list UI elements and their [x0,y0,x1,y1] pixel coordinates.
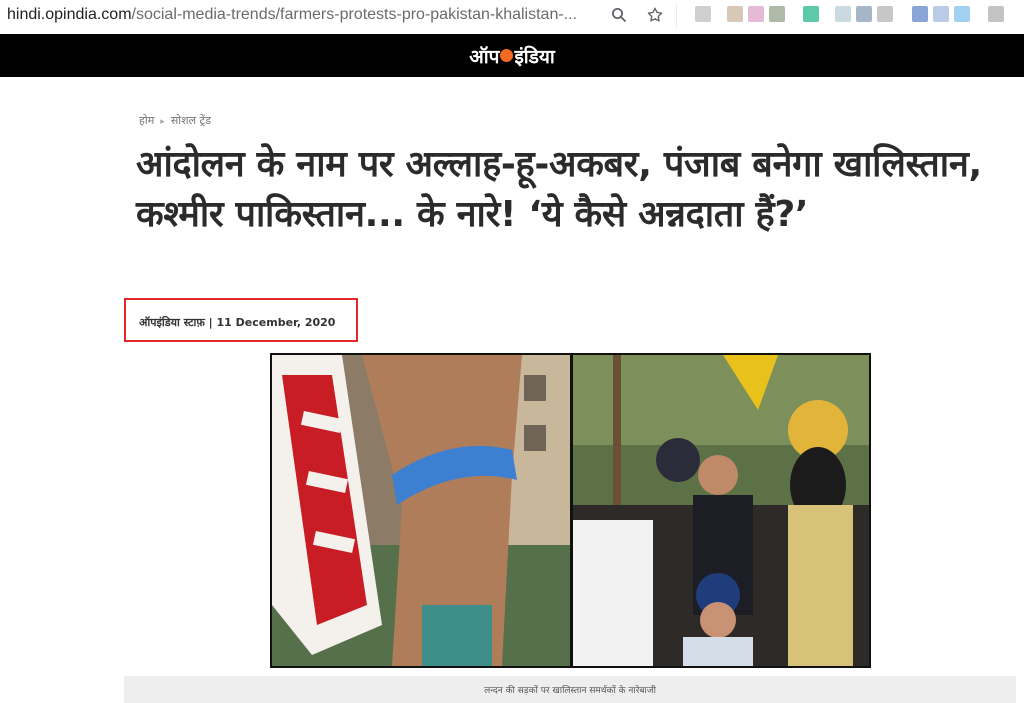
breadcrumb-home[interactable]: होम [139,114,154,127]
breadcrumb-arrow-icon: ▸ [160,117,165,127]
extension-icon[interactable] [877,6,893,22]
extension-icon[interactable] [835,6,851,22]
article-title: आंदोलन के नाम पर अल्लाह-हू-अकबर, पंजाब ब… [136,144,982,235]
article-byline: ऑपइंडिया स्टाफ़ | 11 December, 2020 [139,316,336,329]
extension-icon[interactable] [748,6,764,22]
url-path: /social-media-trends/farmers-protests-pr… [131,6,578,23]
logo-text-left: ऑप [469,46,500,68]
url-host: hindi.opindia.com [7,6,132,23]
address-bar[interactable]: hindi.opindia.com/social-media-trends/fa… [7,6,577,24]
extension-icon[interactable] [933,6,949,22]
star-icon[interactable] [644,4,666,26]
extension-icon[interactable] [803,6,819,22]
logo-text-right: इंडिया [514,46,555,68]
site-header: ऑप इंडिया [0,34,1024,77]
browser-toolbar: hindi.opindia.com/social-media-trends/fa… [0,0,1024,34]
image-caption: लन्दन की सड़कों पर खालिस्तान समर्थकों के… [484,686,656,696]
extension-icon[interactable] [954,6,970,22]
breadcrumb-section[interactable]: सोशल ट्रेंड [171,114,211,127]
search-icon[interactable] [608,4,630,26]
site-logo[interactable]: ऑप इंडिया [0,43,1024,69]
photo-right-panel [573,355,869,666]
featured-image [270,353,871,668]
extension-icon[interactable] [856,6,872,22]
photo-left-panel [272,355,570,666]
extension-icon[interactable] [727,6,743,22]
extension-icon[interactable] [695,6,711,22]
toolbar-divider [676,4,677,28]
extension-icon[interactable] [988,6,1004,22]
logo-bubble-icon [500,49,514,62]
breadcrumb: होम ▸ सोशल ट्रेंड [139,113,211,128]
extension-icon[interactable] [912,6,928,22]
extension-icon[interactable] [769,6,785,22]
